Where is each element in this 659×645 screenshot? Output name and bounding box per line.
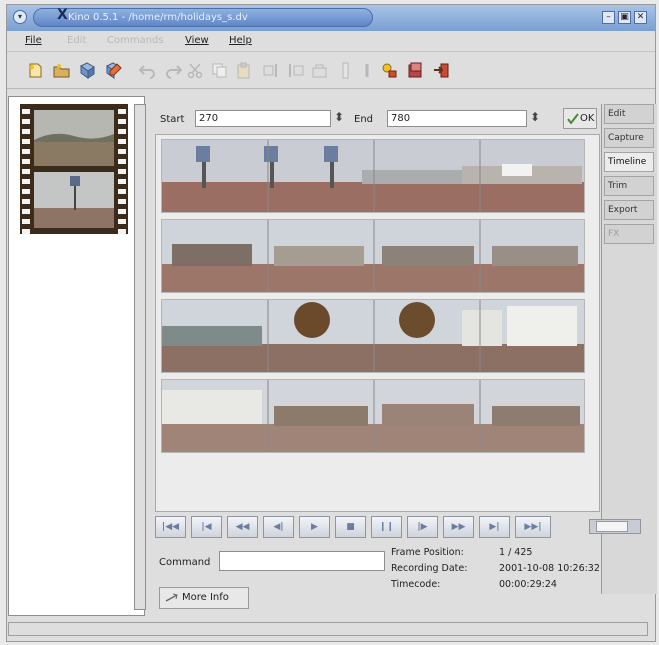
maximize-button[interactable]: ▣ [618,11,631,24]
close-button[interactable]: ✕ [634,11,647,24]
film-perforation-left [22,104,30,234]
frame-position-value: 1 / 425 [499,547,533,558]
ok-label: OK [580,113,595,124]
timeline-row[interactable] [161,219,585,293]
back-frame-button[interactable]: ◀| [263,516,294,538]
redo-icon[interactable] [165,62,182,79]
cut-icon[interactable] [187,62,204,79]
copy-icon[interactable] [211,62,228,79]
insert-before-icon[interactable] [263,62,280,79]
menu-view[interactable]: View [185,35,209,46]
end-label: End [354,114,374,125]
scene-list-scrollbar[interactable] [134,104,146,610]
shuttle-slider-knob[interactable] [596,521,628,532]
x-logo-icon: X [57,7,68,23]
window-title: Kino 0.5.1 - /home/rm/holidays_s.dv [33,8,373,27]
timeline-row[interactable] [161,299,585,373]
scene-thumbnail-strip[interactable] [20,104,128,234]
frame-position-label: Frame Position: [391,547,464,558]
tab-trim[interactable]: Trim [604,176,654,196]
tab-timeline[interactable]: Timeline [604,152,654,172]
film-perforation-right [118,104,126,234]
timeline-row[interactable] [161,379,585,453]
status-bar [8,622,648,636]
start-label: Start [160,114,185,125]
minimize-button[interactable]: – [602,11,615,24]
info-panel: Command More Info Frame Position: 1 / 42… [155,543,600,613]
more-info-label: More Info [182,592,229,603]
command-input[interactable] [219,551,385,571]
preferences-icon[interactable] [407,62,424,79]
menu-commands: Commands [107,35,164,46]
end-spin-button[interactable]: ⬍ [528,110,542,127]
properties-icon[interactable] [381,62,398,79]
rewind-button[interactable]: ◀◀ [227,516,258,538]
menu-file[interactable]: File [25,35,42,46]
start-of-movie-button[interactable]: |◀◀ [155,516,186,538]
start-spin-button[interactable]: ⬍ [332,110,346,127]
forward-frame-button[interactable]: |▶ [407,516,438,538]
join-icon[interactable] [359,62,376,79]
timecode-value: 00:00:29:24 [499,579,557,590]
ok-button[interactable]: OK [563,108,597,129]
tab-export[interactable]: Export [604,200,654,220]
tab-fx: FX [604,224,654,244]
fast-forward-button[interactable]: ▶▶ [443,516,474,538]
timecode-label: Timecode: [391,579,441,590]
shuttle-slider[interactable] [589,519,641,534]
window-title-text: Kino 0.5.1 - /home/rm/holidays_s.dv [68,12,248,23]
split-icon[interactable] [337,62,354,79]
title-bar[interactable]: ▾ Kino 0.5.1 - /home/rm/holidays_s.dv X … [7,5,655,31]
pause-button[interactable]: ❙❙ [371,516,402,538]
ok-icon [567,113,579,124]
insert-after-icon[interactable] [287,62,304,79]
scene-thumbnail[interactable] [34,110,114,166]
menu-edit: Edit [67,35,87,46]
append-icon[interactable] [311,62,328,79]
previous-scene-button[interactable]: |◀ [191,516,222,538]
window-menu-button[interactable]: ▾ [13,10,27,24]
play-button[interactable]: ▶ [299,516,330,538]
end-of-movie-button[interactable]: ▶▶| [515,516,551,538]
menu-bar: File Edit Commands View Help [7,31,655,52]
end-field[interactable]: 780 [387,110,527,127]
tab-edit[interactable]: Edit [604,104,654,124]
scene-thumbnail[interactable] [34,172,114,228]
exit-icon[interactable] [433,62,450,79]
recording-date-value: 2001-10-08 10:26:32 [499,563,600,574]
save-as-icon[interactable] [105,62,122,79]
command-label: Command [159,557,211,568]
new-icon[interactable] [27,62,44,79]
timeline-row[interactable] [161,139,585,213]
stop-button[interactable]: ■ [335,516,366,538]
recording-date-label: Recording Date: [391,563,468,574]
arrow-icon [165,593,178,602]
next-scene-button[interactable]: ▶| [479,516,510,538]
menu-help[interactable]: Help [229,35,252,46]
start-field[interactable]: 270 [195,110,331,127]
open-icon[interactable] [53,62,70,79]
toolbar [7,52,655,89]
undo-icon[interactable] [139,62,156,79]
transport-controls: |◀◀ |◀ ◀◀ ◀| ▶ ■ ❙❙ |▶ ▶▶ ▶| ▶▶| [155,516,655,540]
paste-icon[interactable] [235,62,252,79]
tab-capture[interactable]: Capture [604,128,654,148]
timeline-view[interactable] [155,134,600,512]
more-info-button[interactable]: More Info [159,587,249,609]
save-icon[interactable] [79,62,96,79]
